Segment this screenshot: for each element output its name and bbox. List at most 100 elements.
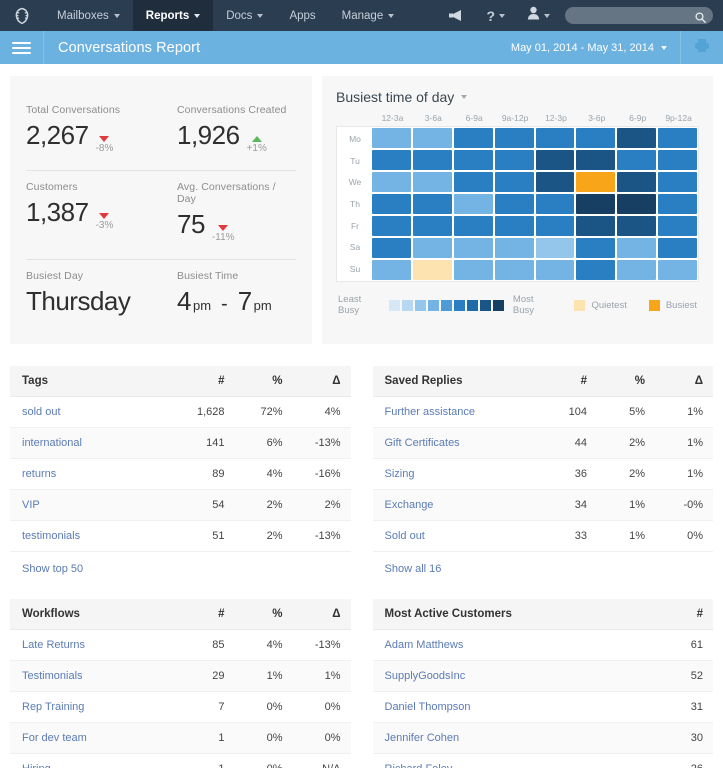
- heatmap-cell[interactable]: [494, 260, 534, 280]
- heatmap-cell[interactable]: [576, 172, 616, 192]
- heatmap-cell[interactable]: [658, 128, 697, 148]
- heatmap-cell[interactable]: [372, 238, 411, 258]
- nav-item-apps[interactable]: Apps: [276, 0, 328, 31]
- row-name-link[interactable]: Gift Certificates: [385, 437, 460, 449]
- heatmap-cell[interactable]: [576, 194, 616, 214]
- heatmap-cell[interactable]: [372, 260, 411, 280]
- nav-item-docs[interactable]: Docs: [213, 0, 276, 31]
- heatmap-cell[interactable]: [576, 150, 616, 170]
- heatmap-cell[interactable]: [617, 150, 657, 170]
- heatmap-cell[interactable]: [658, 238, 697, 258]
- heatmap-cell[interactable]: [412, 150, 452, 170]
- heatmap-cell[interactable]: [412, 172, 452, 192]
- heatmap-cell[interactable]: [617, 128, 657, 148]
- heatmap-cell[interactable]: [617, 260, 657, 280]
- heatmap-cell[interactable]: [617, 194, 657, 214]
- heatmap-cell[interactable]: [494, 238, 534, 258]
- row-name-link[interactable]: Testimonials: [22, 670, 83, 682]
- heatmap-cell[interactable]: [494, 172, 534, 192]
- nav-item-manage[interactable]: Manage: [329, 0, 408, 31]
- heatmap-cell[interactable]: [453, 150, 493, 170]
- row-count-cell: 7: [168, 691, 235, 723]
- row-name-link[interactable]: Exchange: [385, 499, 434, 511]
- heatmap-cell[interactable]: [535, 172, 575, 192]
- heatmap-cell[interactable]: [412, 128, 452, 148]
- heatmap-cell[interactable]: [658, 194, 697, 214]
- heatmap-cell[interactable]: [658, 260, 697, 280]
- row-name-link[interactable]: Sizing: [385, 468, 415, 480]
- heatmap-cell[interactable]: [617, 238, 657, 258]
- row-name-link[interactable]: Daniel Thompson: [385, 701, 471, 713]
- row-name-link[interactable]: returns: [22, 468, 56, 480]
- nav-item-reports[interactable]: Reports: [132, 0, 214, 31]
- row-name-link[interactable]: Hiring: [22, 763, 51, 768]
- heatmap-cell[interactable]: [535, 216, 575, 236]
- row-count-cell: 54: [168, 489, 235, 521]
- heatmap-cell[interactable]: [535, 260, 575, 280]
- user-menu-button[interactable]: [516, 0, 561, 31]
- heatmap-cell[interactable]: [494, 150, 534, 170]
- heatmap-cell[interactable]: [412, 260, 452, 280]
- heatmap-cell[interactable]: [494, 128, 534, 148]
- heatmap-cell[interactable]: [372, 216, 411, 236]
- heatmap-cell[interactable]: [617, 216, 657, 236]
- row-name-link[interactable]: SupplyGoodsInc: [385, 670, 466, 682]
- print-button[interactable]: [681, 31, 723, 64]
- help-button[interactable]: ?: [475, 0, 516, 31]
- heatmap-cell[interactable]: [453, 194, 493, 214]
- heatmap-cell[interactable]: [494, 216, 534, 236]
- tags-show-top-link[interactable]: Show top 50: [22, 563, 83, 575]
- column-header-name: Most Active Customers: [372, 599, 647, 630]
- hamburger-menu-icon[interactable]: [0, 31, 44, 64]
- heatmap-cell[interactable]: [372, 194, 411, 214]
- stat-label: Customers: [26, 181, 78, 193]
- row-name-link[interactable]: For dev team: [22, 732, 87, 744]
- heatmap-cell[interactable]: [535, 238, 575, 258]
- heatmap-cell[interactable]: [412, 238, 452, 258]
- heatmap-cell[interactable]: [658, 150, 697, 170]
- heatmap-cell[interactable]: [412, 194, 452, 214]
- row-name-link[interactable]: Richard Foley: [385, 763, 453, 768]
- heatmap-cell[interactable]: [453, 216, 493, 236]
- heatmap-cell[interactable]: [576, 260, 616, 280]
- heatmap-cell[interactable]: [576, 128, 616, 148]
- heatmap-cell[interactable]: [576, 216, 616, 236]
- row-name-link[interactable]: Late Returns: [22, 639, 85, 651]
- heatmap-cell[interactable]: [535, 150, 575, 170]
- search-input[interactable]: [573, 10, 705, 21]
- row-name-link[interactable]: sold out: [22, 406, 61, 418]
- nav-item-mailboxes[interactable]: Mailboxes: [44, 0, 133, 31]
- heatmap-cell[interactable]: [453, 238, 493, 258]
- announcements-button[interactable]: [437, 0, 475, 31]
- heatmap-cell[interactable]: [453, 172, 493, 192]
- row-name-link[interactable]: Jennifer Cohen: [385, 732, 460, 744]
- row-delta-cell: -0%: [655, 489, 713, 521]
- heatmap-cell[interactable]: [372, 172, 411, 192]
- app-logo[interactable]: [0, 0, 44, 31]
- heatmap-cell[interactable]: [658, 216, 697, 236]
- global-search[interactable]: [565, 7, 713, 24]
- row-delta-cell: 1%: [655, 427, 713, 459]
- saved-replies-show-all-link[interactable]: Show all 16: [385, 563, 442, 575]
- heatmap-cell[interactable]: [576, 238, 616, 258]
- row-name-link[interactable]: Rep Training: [22, 701, 84, 713]
- heatmap-title-dropdown[interactable]: Busiest time of day: [336, 89, 699, 105]
- heatmap-cell[interactable]: [372, 128, 411, 148]
- row-name-link[interactable]: VIP: [22, 499, 40, 511]
- heatmap-cell[interactable]: [372, 150, 411, 170]
- heatmap-cell[interactable]: [494, 194, 534, 214]
- stat-customers: Customers 1,387 -3%: [26, 171, 161, 260]
- heatmap-cell[interactable]: [617, 172, 657, 192]
- heatmap-cell[interactable]: [412, 216, 452, 236]
- row-name-link[interactable]: testimonials: [22, 530, 80, 542]
- heatmap-cell[interactable]: [658, 172, 697, 192]
- date-range-picker[interactable]: May 01, 2014 - May 31, 2014: [498, 31, 681, 64]
- row-name-link[interactable]: international: [22, 437, 82, 449]
- row-name-link[interactable]: Further assistance: [385, 406, 475, 418]
- heatmap-cell[interactable]: [535, 194, 575, 214]
- heatmap-cell[interactable]: [535, 128, 575, 148]
- heatmap-cell[interactable]: [453, 128, 493, 148]
- heatmap-cell[interactable]: [453, 260, 493, 280]
- row-name-link[interactable]: Adam Matthews: [385, 639, 464, 651]
- row-name-link[interactable]: Sold out: [385, 530, 425, 542]
